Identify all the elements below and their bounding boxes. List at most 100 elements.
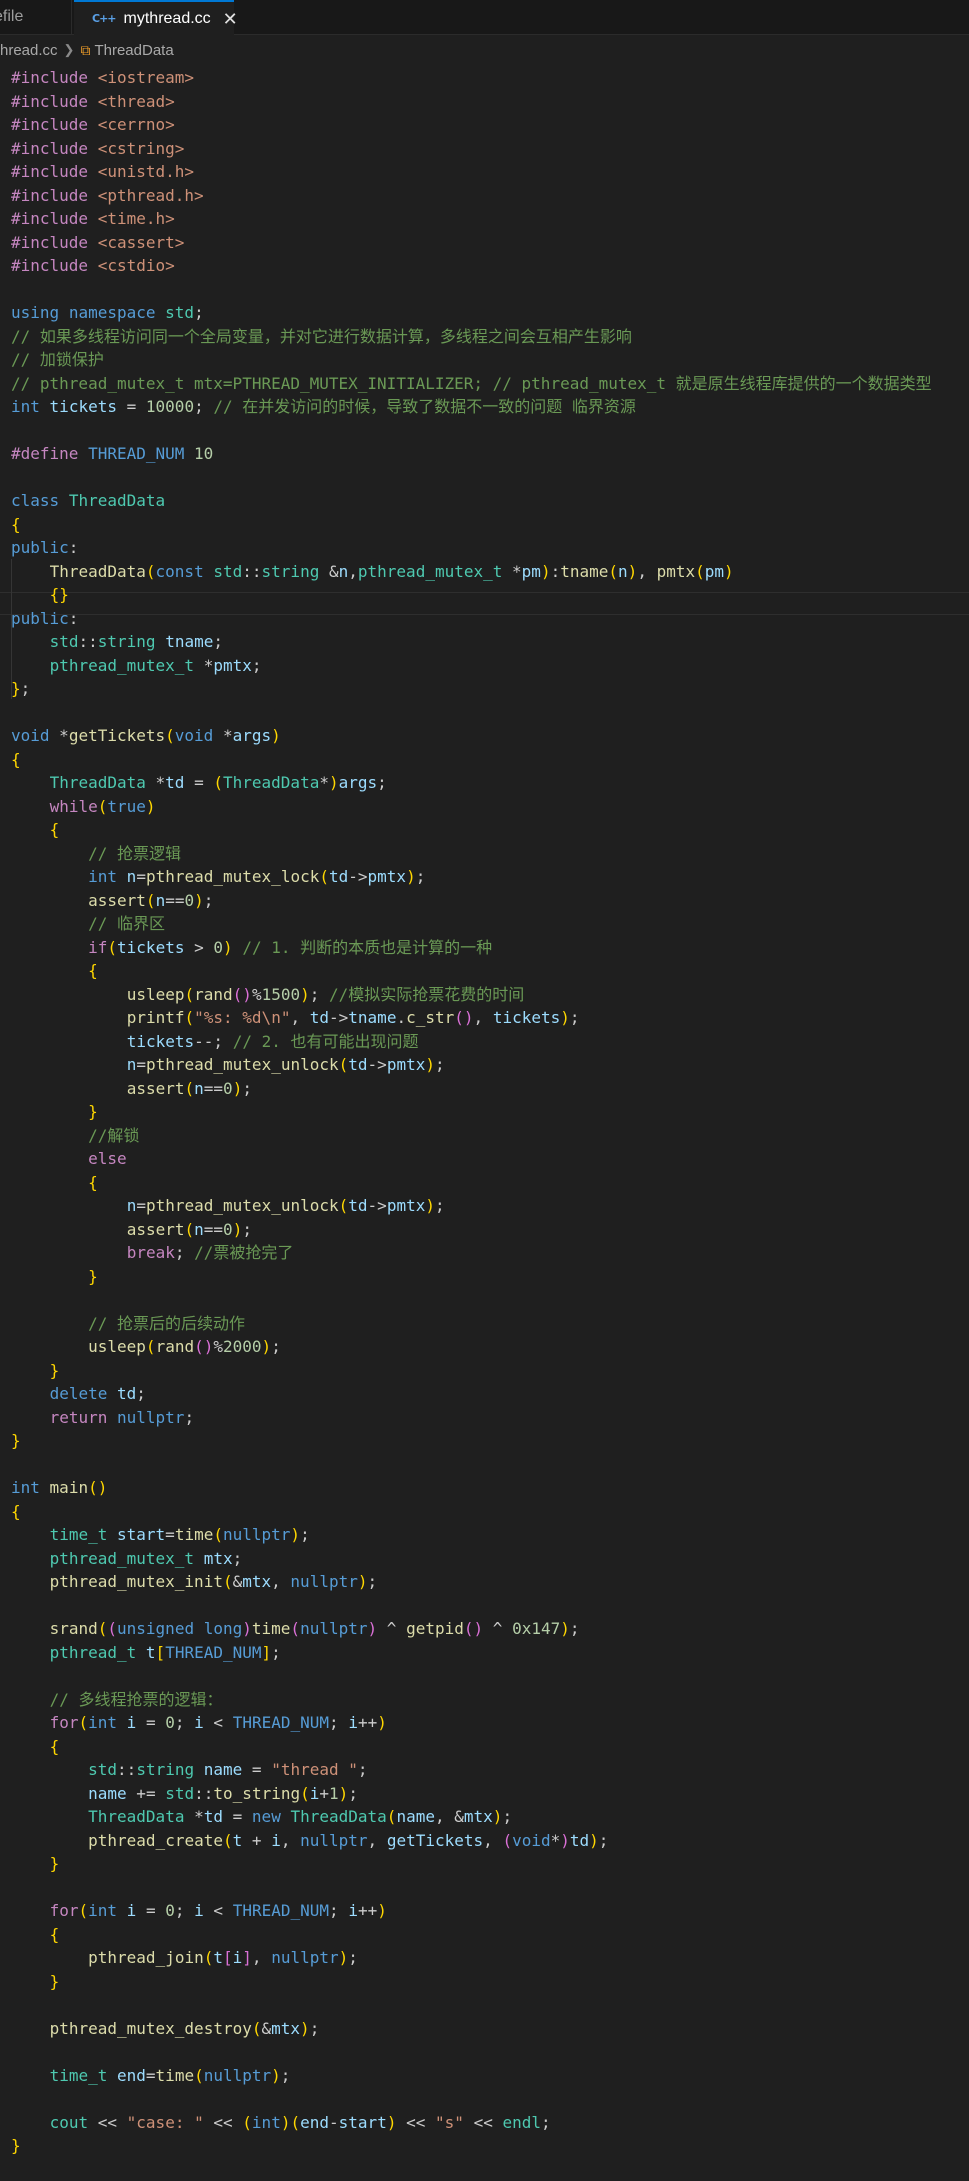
- code-line[interactable]: cout << "case: " << (int)(end-start) << …: [11, 2111, 932, 2135]
- code-line[interactable]: #include <cstdio>: [11, 254, 932, 278]
- code-line[interactable]: [11, 2087, 932, 2111]
- code-line[interactable]: [11, 466, 932, 490]
- code-line[interactable]: }: [11, 1359, 932, 1383]
- code-line[interactable]: pthread_t t[THREAD_NUM];: [11, 1641, 932, 1665]
- close-icon[interactable]: ✕: [223, 10, 238, 28]
- code-line[interactable]: }: [11, 1265, 932, 1289]
- code-line[interactable]: name += std::to_string(i+1);: [11, 1782, 932, 1806]
- code-line[interactable]: pthread_mutex_t *pmtx;: [11, 654, 932, 678]
- code-line[interactable]: ThreadData *td = new ThreadData(name, &m…: [11, 1805, 932, 1829]
- code-line[interactable]: [11, 1664, 932, 1688]
- code-line[interactable]: #include <iostream>: [11, 66, 932, 90]
- code-line[interactable]: time_t start=time(nullptr);: [11, 1523, 932, 1547]
- code-line[interactable]: [11, 278, 932, 302]
- code-line[interactable]: [11, 1876, 932, 1900]
- code-line[interactable]: ThreadData(const std::string &n,pthread_…: [11, 560, 932, 584]
- code-line[interactable]: [11, 701, 932, 725]
- code-line[interactable]: }: [11, 1852, 932, 1876]
- code-line[interactable]: [11, 419, 932, 443]
- code-line[interactable]: std::string tname;: [11, 630, 932, 654]
- code-line[interactable]: assert(n==0);: [11, 889, 932, 913]
- code-line[interactable]: // 如果多线程访问同一个全局变量，并对它进行数据计算，多线程之间会互相产生影响: [11, 325, 932, 349]
- code-line[interactable]: {: [11, 818, 932, 842]
- code-line[interactable]: // pthread_mutex_t mtx=PTHREAD_MUTEX_INI…: [11, 372, 932, 396]
- code-line[interactable]: }: [11, 1429, 932, 1453]
- code-line[interactable]: pthread_mutex_destroy(&mtx);: [11, 2017, 932, 2041]
- code-line[interactable]: usleep(rand()%2000);: [11, 1335, 932, 1359]
- code-line[interactable]: {: [11, 1171, 932, 1195]
- code-line[interactable]: assert(n==0);: [11, 1218, 932, 1242]
- code-line[interactable]: #include <unistd.h>: [11, 160, 932, 184]
- code-line[interactable]: };: [11, 677, 932, 701]
- code-line[interactable]: {}: [11, 583, 932, 607]
- code-line[interactable]: // 抢票逻辑: [11, 842, 932, 866]
- code-line[interactable]: for(int i = 0; i < THREAD_NUM; i++): [11, 1711, 932, 1735]
- code-line[interactable]: class ThreadData: [11, 489, 932, 513]
- code-line[interactable]: //解锁: [11, 1124, 932, 1148]
- code-line[interactable]: [11, 1594, 932, 1618]
- code-line[interactable]: int n=pthread_mutex_lock(td->pmtx);: [11, 865, 932, 889]
- code-line[interactable]: {: [11, 1735, 932, 1759]
- code-line[interactable]: delete td;: [11, 1382, 932, 1406]
- code-line[interactable]: using namespace std;: [11, 301, 932, 325]
- code-line[interactable]: usleep(rand()%1500); //模拟实际抢票花费的时间: [11, 983, 932, 1007]
- code-line[interactable]: {: [11, 748, 932, 772]
- tab-mythread-label: mythread.cc: [123, 9, 211, 27]
- code-line[interactable]: // 加锁保护: [11, 348, 932, 372]
- code-line[interactable]: printf("%s: %d\n", td->tname.c_str(), ti…: [11, 1006, 932, 1030]
- code-line[interactable]: time_t end=time(nullptr);: [11, 2064, 932, 2088]
- code-line[interactable]: {: [11, 959, 932, 983]
- breadcrumb-symbol[interactable]: ThreadData: [94, 42, 173, 59]
- cpp-file-icon: C++: [92, 12, 116, 25]
- tab-mythread-cc[interactable]: C++ mythread.cc ✕: [74, 0, 238, 35]
- code-line[interactable]: pthread_create(t + i, nullptr, getTicket…: [11, 1829, 932, 1853]
- code-line[interactable]: // 多线程抢票的逻辑：: [11, 1688, 932, 1712]
- code-line[interactable]: [11, 1288, 932, 1312]
- code-line[interactable]: [11, 2040, 932, 2064]
- tab-makefile[interactable]: efile: [0, 0, 72, 34]
- code-line[interactable]: assert(n==0);: [11, 1077, 932, 1101]
- code-line[interactable]: }: [11, 1100, 932, 1124]
- code-line[interactable]: #include <cstring>: [11, 137, 932, 161]
- code-line[interactable]: {: [11, 513, 932, 537]
- code-line[interactable]: ThreadData *td = (ThreadData*)args;: [11, 771, 932, 795]
- breadcrumb-file[interactable]: hread.cc: [0, 42, 58, 59]
- code-editor[interactable]: #include <iostream> #include <thread> #inc…: [0, 66, 969, 2181]
- code-line[interactable]: else: [11, 1147, 932, 1171]
- code-line[interactable]: break; //票被抢完了: [11, 1241, 932, 1265]
- code-line[interactable]: public:: [11, 536, 932, 560]
- code-line[interactable]: #define THREAD_NUM 10: [11, 442, 932, 466]
- breadcrumb: hread.cc ❯ ⧉ ThreadData: [0, 38, 969, 62]
- code-line[interactable]: tickets--; // 2. 也有可能出现问题: [11, 1030, 932, 1054]
- code-line[interactable]: pthread_mutex_init(&mtx, nullptr);: [11, 1570, 932, 1594]
- code-line[interactable]: int main(): [11, 1476, 932, 1500]
- code-line[interactable]: int tickets = 10000; // 在并发访问的时候，导致了数据不一…: [11, 395, 932, 419]
- code-line[interactable]: {: [11, 1500, 932, 1524]
- code-line[interactable]: {: [11, 1923, 932, 1947]
- code-line[interactable]: pthread_join(t[i], nullptr);: [11, 1946, 932, 1970]
- code-line[interactable]: // 抢票后的后续动作: [11, 1312, 932, 1336]
- code-line[interactable]: std::string name = "thread ";: [11, 1758, 932, 1782]
- code-line[interactable]: }: [11, 2134, 932, 2158]
- code-line[interactable]: [11, 1993, 932, 2017]
- code-line[interactable]: #include <cassert>: [11, 231, 932, 255]
- code-line[interactable]: if(tickets > 0) // 1. 判断的本质也是计算的一种: [11, 936, 932, 960]
- code-line[interactable]: #include <thread>: [11, 90, 932, 114]
- code-line[interactable]: n=pthread_mutex_unlock(td->pmtx);: [11, 1053, 932, 1077]
- code-line[interactable]: n=pthread_mutex_unlock(td->pmtx);: [11, 1194, 932, 1218]
- code-line[interactable]: void *getTickets(void *args): [11, 724, 932, 748]
- code-line[interactable]: pthread_mutex_t mtx;: [11, 1547, 932, 1571]
- code-line[interactable]: for(int i = 0; i < THREAD_NUM; i++): [11, 1899, 932, 1923]
- code-line[interactable]: #include <time.h>: [11, 207, 932, 231]
- code-line[interactable]: #include <cerrno>: [11, 113, 932, 137]
- class-symbol-icon: ⧉: [80, 41, 91, 58]
- code-line[interactable]: while(true): [11, 795, 932, 819]
- code-line[interactable]: }: [11, 1970, 932, 1994]
- code-content[interactable]: #include <iostream> #include <thread> #inc…: [11, 66, 932, 2158]
- code-line[interactable]: [11, 1453, 932, 1477]
- code-line[interactable]: #include <pthread.h>: [11, 184, 932, 208]
- code-line[interactable]: srand((unsigned long)time(nullptr) ^ get…: [11, 1617, 932, 1641]
- code-line[interactable]: public:: [11, 607, 932, 631]
- code-line[interactable]: return nullptr;: [11, 1406, 932, 1430]
- code-line[interactable]: // 临界区: [11, 912, 932, 936]
